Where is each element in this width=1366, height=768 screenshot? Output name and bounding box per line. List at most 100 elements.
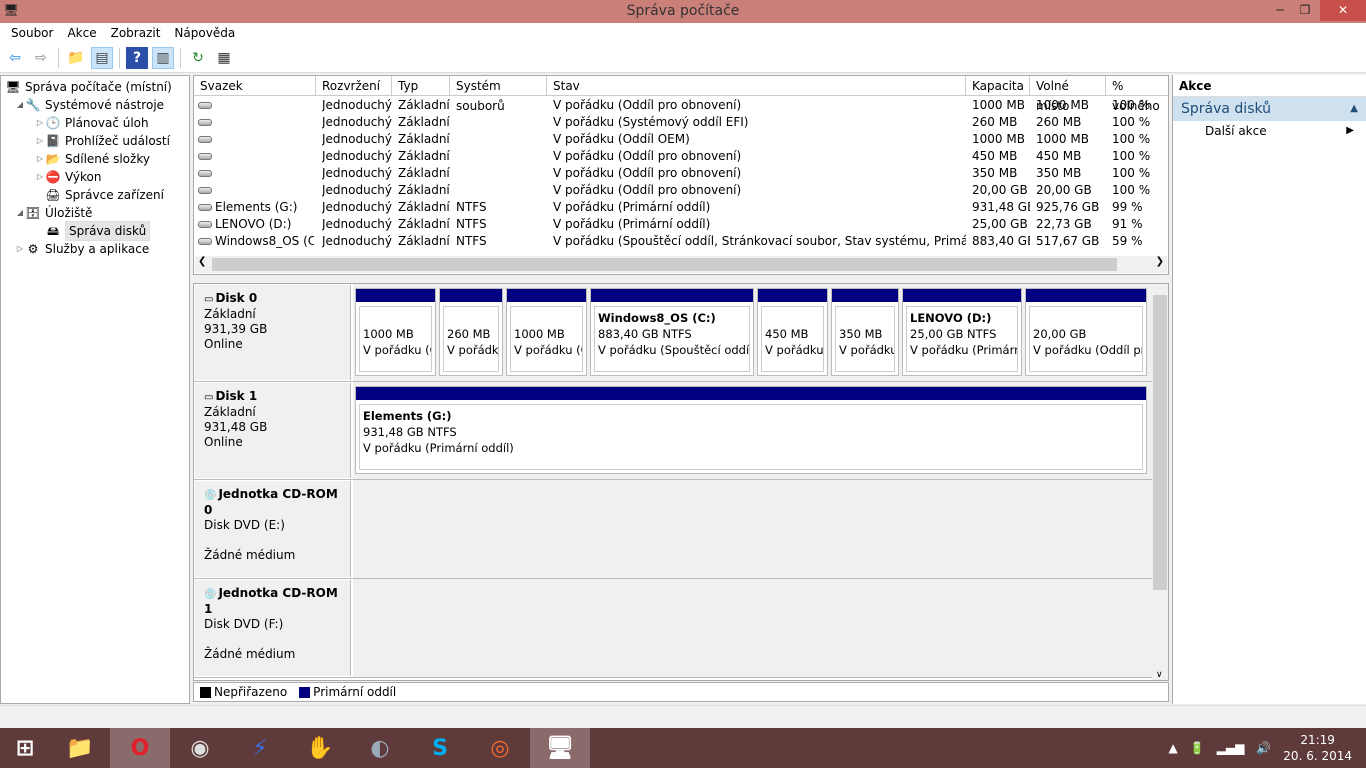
partition[interactable]: Windows8_OS (C:) 883,40 GB NTFS V pořádku … [590, 288, 754, 376]
cell-text: 1000 MB [1036, 98, 1089, 112]
forward-icon[interactable]: ⇨ [30, 47, 52, 69]
scroll-down-icon[interactable]: ∨ [1156, 670, 1163, 680]
expand-icon[interactable]: ▷ [35, 114, 45, 132]
expand-icon[interactable]: ▷ [35, 150, 45, 168]
column-header[interactable]: Systém souborů [450, 76, 547, 113]
properties-icon[interactable]: ▦ [213, 47, 235, 69]
menu-1[interactable]: Akce [60, 23, 103, 44]
column-header[interactable]: Kapacita [966, 76, 1030, 96]
menu-2[interactable]: Zobrazit [104, 23, 168, 44]
partition[interactable]: 260 MB V pořádku [439, 288, 503, 376]
scrollbar-thumb[interactable] [1153, 295, 1167, 590]
up-folder-icon[interactable]: 📁 [65, 47, 87, 69]
expand-icon[interactable]: ▷ [35, 132, 45, 150]
expand-icon[interactable]: ◢ [15, 204, 25, 222]
tree-item[interactable]: ◢ 🗄 Úložiště [1, 204, 189, 222]
toolbar-separator [58, 48, 59, 68]
tree-item[interactable]: 🖨 Správce zařízení [1, 186, 189, 204]
battery-icon[interactable]: 🔋 [1190, 741, 1205, 755]
volume-row[interactable]: Windows8_OS (C:) Jednoduchý Základní NTFS V … [194, 233, 1168, 250]
close-button[interactable]: ✕ [1320, 0, 1366, 21]
partition[interactable]: 1000 MB V pořádku (C [355, 288, 436, 376]
tree-item[interactable]: ▷ 📂 Sdílené složky [1, 150, 189, 168]
app-blue-icon[interactable]: ⚡ [230, 728, 290, 768]
scrollbar-thumb[interactable] [212, 258, 1117, 271]
more-actions-label: Další akce [1205, 124, 1267, 138]
actions-section-disk-management[interactable]: Správa disků ▲ [1173, 97, 1366, 121]
column-header[interactable]: Volné místo [1030, 76, 1106, 113]
disk-label[interactable]: ▭ Disk 0 Základní 931,39 GB Online [195, 285, 351, 380]
more-actions-item[interactable]: Další akce ▶ [1173, 121, 1366, 141]
vertical-scrollbar[interactable]: ∨ [1152, 284, 1168, 680]
disk-label[interactable]: 💿 Jednotka CD-ROM 0 Disk DVD (E:) Žádné méd… [195, 481, 351, 577]
volume-row[interactable]: LENOVO (D:) Jednoduchý Základní NTFS V pořád… [194, 216, 1168, 233]
cell: 20,00 GB [1036, 182, 1106, 199]
volume-row[interactable]: Jednoduchý Základní V pořádku (Oddíl pro o… [194, 148, 1168, 165]
volume-row[interactable]: Jednoduchý Základní V pořádku (Oddíl pro o… [194, 182, 1168, 199]
partition[interactable]: 20,00 GB V pořádku (Oddíl pro [1025, 288, 1147, 376]
show-hidden-icons-icon[interactable]: ▲ [1168, 741, 1177, 755]
maximize-button[interactable]: ❐ [1292, 0, 1318, 21]
volume-row[interactable]: Jednoduchý Základní V pořádku (Oddíl OEM) 1… [194, 131, 1168, 148]
partition-size: 1000 MB [363, 327, 414, 341]
tree-item[interactable]: 🖴 Správa disků [1, 221, 189, 241]
volume-row[interactable]: Jednoduchý Základní V pořádku (Oddíl pro o… [194, 165, 1168, 182]
tree-item-label: Prohlížeč událostí [65, 134, 170, 148]
expand-icon[interactable]: ◢ [15, 96, 25, 114]
partition[interactable]: 450 MB V pořádku [757, 288, 828, 376]
disk-label[interactable]: ▭ Disk 1 Základní 931,48 GB Online [195, 383, 351, 478]
menu-3[interactable]: Nápověda [167, 23, 242, 44]
help-icon[interactable]: ? [126, 47, 148, 69]
scroll-left-icon[interactable]: ❮ [198, 256, 206, 267]
tree-item[interactable]: ▷ 📓 Prohlížeč událostí [1, 132, 189, 150]
cell-text: 100 % [1112, 166, 1151, 180]
partition[interactable]: 350 MB V pořádku [831, 288, 899, 376]
origin-icon[interactable]: ◎ [470, 728, 530, 768]
tree-item[interactable]: ▷ 🕒 Plánovač úloh [1, 114, 189, 132]
clock[interactable]: 21:19 20. 6. 2014 [1283, 732, 1352, 764]
actions-header: Akce [1173, 75, 1366, 97]
tree-item[interactable]: 🖥 Správa počítače (místní) [1, 78, 189, 96]
column-header[interactable]: % volného [1106, 76, 1168, 113]
minimize-button[interactable]: ─ [1265, 0, 1295, 21]
volume-row[interactable]: Jednoduchý Základní V pořádku (Systémový o… [194, 114, 1168, 131]
refresh-icon[interactable]: ↻ [187, 47, 209, 69]
volume-row[interactable]: Elements (G:) Jednoduchý Základní NTFS V poř… [194, 199, 1168, 216]
cell: 22,73 GB [1036, 216, 1106, 233]
file-explorer-icon[interactable]: 📁 [50, 728, 110, 768]
column-header[interactable]: Rozvržení [316, 76, 392, 96]
partition[interactable]: LENOVO (D:) 25,00 GB NTFS V pořádku (Primá… [902, 288, 1022, 376]
guitar-app-icon[interactable]: ✋ [290, 728, 350, 768]
volume-icon[interactable]: 🔊 [1256, 741, 1271, 755]
partition[interactable]: Elements (G:) 931,48 GB NTFS V pořádku (Pr… [355, 386, 1147, 474]
expand-icon[interactable]: ▷ [35, 168, 45, 186]
scroll-right-icon[interactable]: ❯ [1156, 256, 1164, 267]
back-icon[interactable]: ⇦ [4, 47, 26, 69]
opera-icon[interactable]: O [110, 728, 170, 768]
partition[interactable]: 1000 MB V pořádku (C [506, 288, 587, 376]
partition-info: 1000 MB V pořádku (C [359, 306, 432, 372]
media-app-icon[interactable]: ◐ [350, 728, 410, 768]
skype-icon[interactable]: S [410, 728, 470, 768]
legend: Nepřiřazeno Primární oddíl [193, 682, 1169, 702]
start-button[interactable]: ⊞ [0, 728, 50, 768]
volume-row[interactable]: Jednoduchý Základní V pořádku (Oddíl pro o… [194, 97, 1168, 114]
column-header[interactable]: Typ [392, 76, 450, 96]
show-hide-tree-icon[interactable]: ▤ [91, 47, 113, 69]
disk-label[interactable]: 💿 Jednotka CD-ROM 1 Disk DVD (F:) Žádné méd… [195, 580, 351, 676]
tree-item[interactable]: ▷ ⛔ Výkon [1, 168, 189, 186]
column-header[interactable]: Svazek [194, 76, 316, 96]
horizontal-scrollbar[interactable]: ❮ ❯ [195, 256, 1167, 273]
cell [198, 182, 314, 199]
cell [198, 148, 314, 165]
menu-0[interactable]: Soubor [4, 23, 60, 44]
expand-icon[interactable]: ▷ [15, 240, 25, 258]
show-hide-action-pane-icon[interactable]: ▥ [152, 47, 174, 69]
steam-icon[interactable]: ◉ [170, 728, 230, 768]
computer-management-icon[interactable]: 🖥 [530, 728, 590, 768]
column-header[interactable]: Stav [547, 76, 966, 96]
tree-item[interactable]: ▷ ⚙ Služby a aplikace [1, 240, 189, 258]
tree-item[interactable]: ◢ 🔧 Systémové nástroje [1, 96, 189, 114]
collapse-icon[interactable]: ▲ [1350, 97, 1358, 121]
signal-icon[interactable]: ▂▄▆ [1217, 741, 1245, 755]
